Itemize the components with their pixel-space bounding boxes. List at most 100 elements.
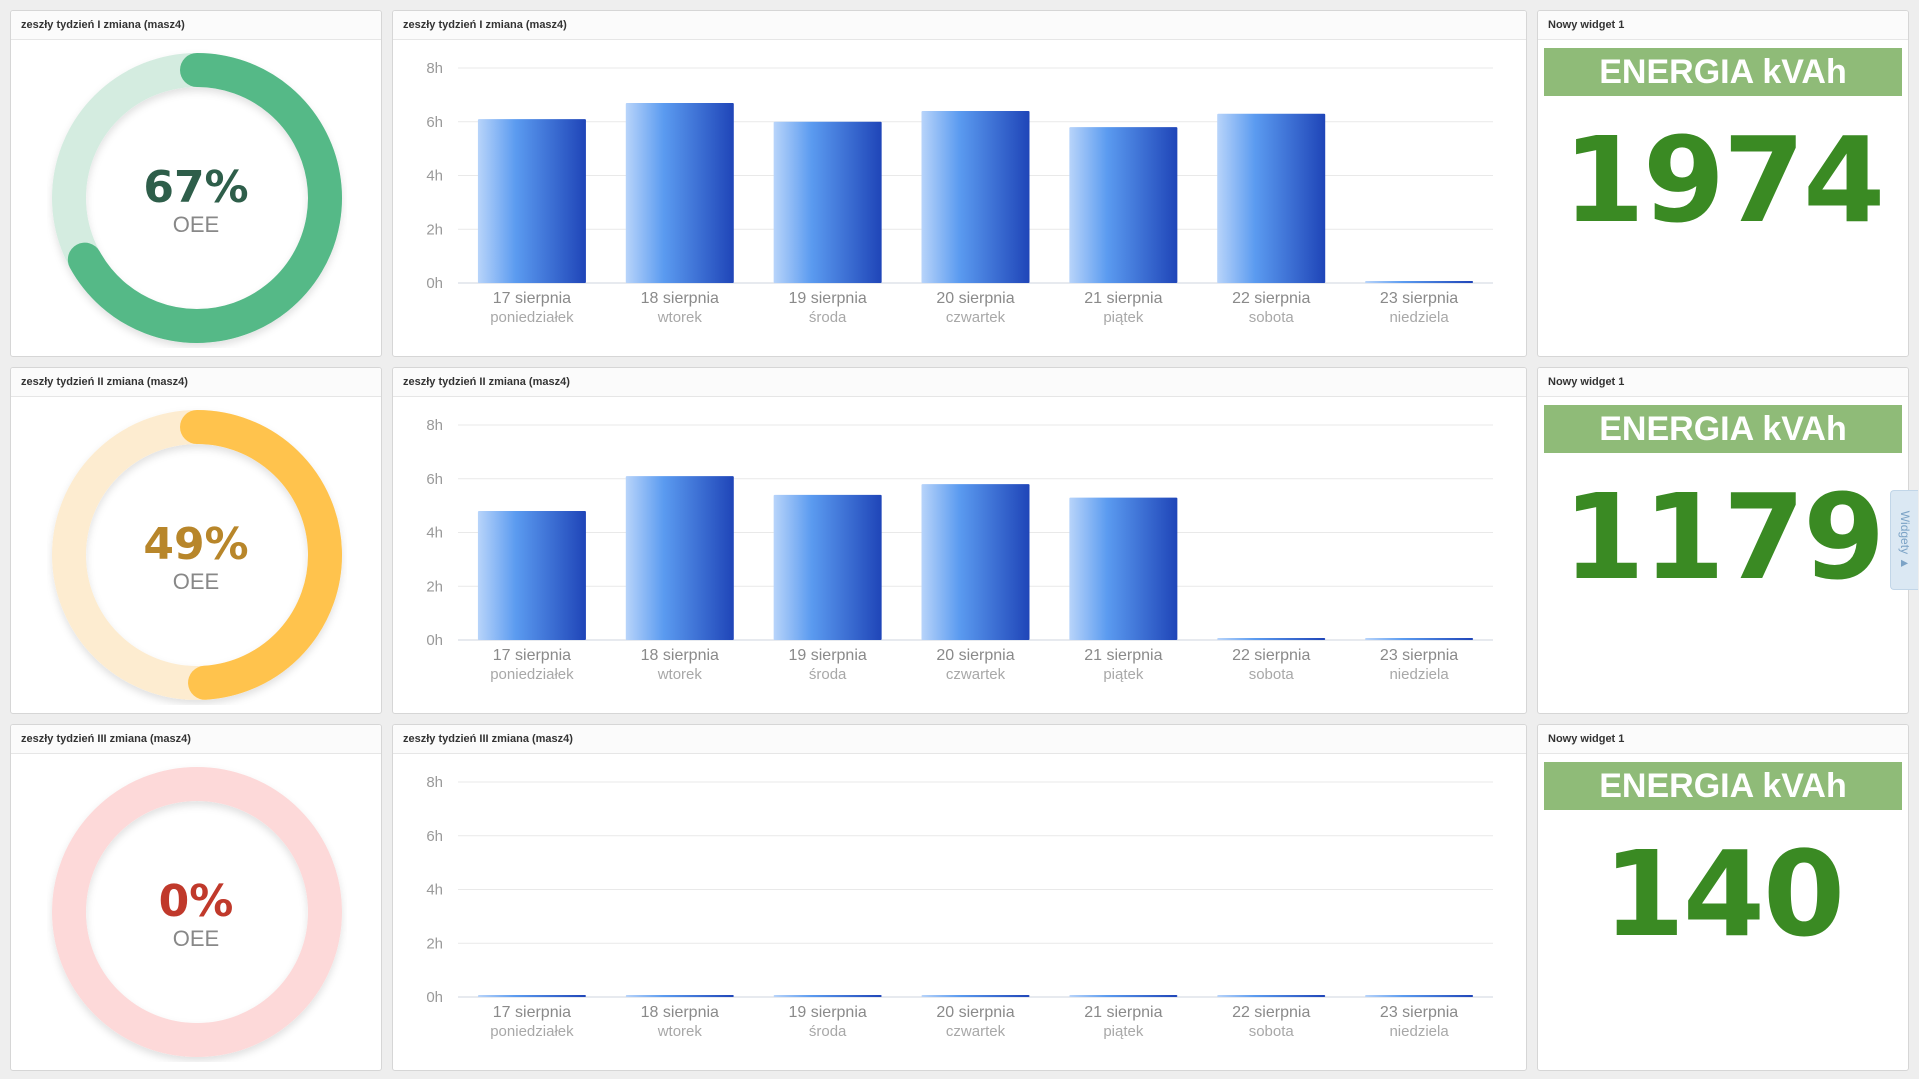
- bar: [477, 511, 586, 640]
- x-tick-label: 20 sierpnia: [936, 647, 1014, 664]
- y-tick-label: 0h: [426, 632, 443, 649]
- bar: [1217, 638, 1326, 640]
- x-tick-sublabel: sobota: [1249, 1023, 1295, 1040]
- x-tick-label: 19 sierpnia: [789, 1004, 867, 1021]
- widgets-side-tab[interactable]: Widgety ▲: [1890, 490, 1918, 590]
- bar: [921, 111, 1030, 283]
- bar: [1217, 113, 1326, 283]
- bar: [625, 102, 734, 283]
- y-tick-label: 2h: [426, 935, 443, 952]
- bar: [477, 119, 586, 283]
- x-tick-sublabel: poniedziałek: [490, 309, 574, 326]
- x-tick-label: 21 sierpnia: [1084, 647, 1162, 664]
- energy-widget-1: Nowy widget 1 ENERGIA kVAh 1974: [1537, 10, 1909, 357]
- bar-chart-widget-3: zeszły tydzień III zmiana (masz4) 0h 2h 4h…: [392, 724, 1527, 1071]
- oee-value: 67%: [143, 162, 249, 213]
- y-tick-label: 4h: [426, 168, 443, 185]
- widget-title: zeszły tydzień III zmiana (masz4): [11, 725, 381, 754]
- x-tick-sublabel: sobota: [1249, 309, 1295, 326]
- energy-banner: ENERGIA kVAh: [1544, 48, 1902, 96]
- bar: [773, 494, 882, 640]
- x-tick-label: 21 sierpnia: [1084, 290, 1162, 307]
- y-tick-label: 2h: [426, 221, 443, 238]
- bar: [1069, 127, 1178, 283]
- y-tick-label: 0h: [426, 275, 443, 292]
- bar: [1069, 497, 1178, 640]
- x-tick-label: 18 sierpnia: [641, 647, 719, 664]
- x-tick-label: 22 sierpnia: [1232, 647, 1310, 664]
- x-tick-sublabel: sobota: [1249, 666, 1295, 683]
- bar: [921, 484, 1030, 640]
- x-tick-sublabel: wtorek: [657, 309, 703, 326]
- x-tick-sublabel: czwartek: [946, 309, 1006, 326]
- x-tick-label: 22 sierpnia: [1232, 1004, 1310, 1021]
- oee-label: OEE: [172, 926, 220, 951]
- x-tick-label: 19 sierpnia: [789, 290, 867, 307]
- bar-chart: 0h 2h 4h 6h 8h 17 sierpnia poniedziałek 18 sier…: [426, 417, 1493, 683]
- oee-label: OEE: [172, 569, 220, 594]
- x-tick-sublabel: czwartek: [946, 666, 1006, 683]
- bar: [921, 995, 1030, 997]
- bar: [1217, 995, 1326, 997]
- gauge-body: 0% OEE: [11, 754, 381, 1070]
- oee-gauge-widget-2: zeszły tydzień II zmiana (masz4) 49% OEE: [10, 367, 382, 714]
- x-tick-sublabel: środa: [809, 309, 847, 326]
- x-tick-label: 18 sierpnia: [641, 1004, 719, 1021]
- x-tick-label: 21 sierpnia: [1084, 1004, 1162, 1021]
- side-tab-label: Widgety ▲: [1897, 510, 1912, 570]
- gauge-body: 49% OEE: [11, 397, 381, 713]
- y-tick-label: 4h: [426, 882, 443, 899]
- bar: [625, 995, 734, 997]
- x-tick-label: 17 sierpnia: [493, 290, 571, 307]
- x-tick-label: 19 sierpnia: [789, 647, 867, 664]
- oee-gauge-widget-1: zeszły tydzień I zmiana (masz4) 67% OEE: [10, 10, 382, 357]
- y-tick-label: 4h: [426, 525, 443, 542]
- x-tick-sublabel: poniedziałek: [490, 666, 574, 683]
- x-tick-sublabel: środa: [809, 1023, 847, 1040]
- x-tick-sublabel: poniedziałek: [490, 1023, 574, 1040]
- energy-widget-3: Nowy widget 1 ENERGIA kVAh 140: [1537, 724, 1909, 1071]
- x-tick-sublabel: piątek: [1103, 309, 1144, 326]
- oee-value: 0%: [158, 876, 234, 927]
- bar: [773, 121, 882, 283]
- y-tick-label: 8h: [426, 60, 443, 77]
- y-tick-label: 6h: [426, 471, 443, 488]
- x-tick-label: 18 sierpnia: [641, 290, 719, 307]
- x-tick-sublabel: czwartek: [946, 1023, 1006, 1040]
- bar: [1365, 995, 1474, 997]
- widget-title: zeszły tydzień II zmiana (masz4): [393, 368, 1526, 397]
- x-tick-sublabel: wtorek: [657, 666, 703, 683]
- bar-chart: 0h 2h 4h 6h 8h 17 sierpnia poniedziałek 18 sier…: [426, 774, 1493, 1040]
- y-tick-label: 6h: [426, 828, 443, 845]
- energy-value: 140: [1602, 825, 1845, 963]
- bar: [773, 995, 882, 997]
- x-tick-label: 23 sierpnia: [1380, 647, 1458, 664]
- widget-title: zeszły tydzień III zmiana (masz4): [393, 725, 1526, 754]
- x-tick-label: 23 sierpnia: [1380, 1004, 1458, 1021]
- bar-chart-widget-1: zeszły tydzień I zmiana (masz4) 0h 2h 4h 6h…: [392, 10, 1527, 357]
- y-tick-label: 8h: [426, 417, 443, 434]
- y-tick-label: 2h: [426, 578, 443, 595]
- oee-gauge-widget-3: zeszły tydzień III zmiana (masz4) 0% OEE: [10, 724, 382, 1071]
- x-tick-sublabel: wtorek: [657, 1023, 703, 1040]
- x-tick-label: 17 sierpnia: [493, 647, 571, 664]
- widget-title: zeszły tydzień I zmiana (masz4): [393, 11, 1526, 40]
- y-tick-label: 0h: [426, 989, 443, 1006]
- widget-title: zeszły tydzień I zmiana (masz4): [11, 11, 381, 40]
- widget-title: Nowy widget 1: [1538, 725, 1908, 754]
- oee-label: OEE: [172, 212, 220, 237]
- x-tick-sublabel: niedziela: [1389, 1023, 1449, 1040]
- gauge-body: 67% OEE: [11, 40, 381, 356]
- bar: [1069, 995, 1178, 997]
- x-tick-sublabel: piątek: [1103, 666, 1144, 683]
- energy-value: 1179: [1562, 468, 1885, 606]
- x-tick-sublabel: niedziela: [1389, 666, 1449, 683]
- x-tick-label: 20 sierpnia: [936, 1004, 1014, 1021]
- energy-widget-2: Nowy widget 1 ENERGIA kVAh 1179: [1537, 367, 1909, 714]
- x-tick-sublabel: niedziela: [1389, 309, 1449, 326]
- bar-chart-widget-2: zeszły tydzień II zmiana (masz4) 0h 2h 4h 6…: [392, 367, 1527, 714]
- widget-title: zeszły tydzień II zmiana (masz4): [11, 368, 381, 397]
- bar: [625, 476, 734, 640]
- widget-title: Nowy widget 1: [1538, 368, 1908, 397]
- x-tick-sublabel: piątek: [1103, 1023, 1144, 1040]
